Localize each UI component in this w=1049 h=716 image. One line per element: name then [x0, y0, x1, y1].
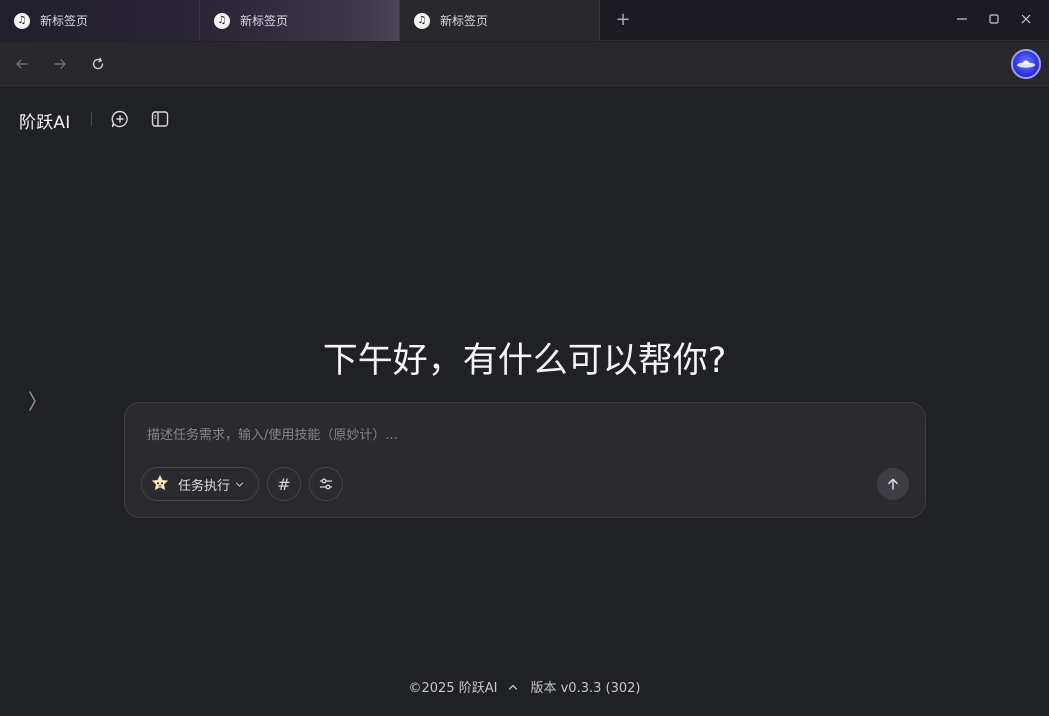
navigation-bar	[0, 42, 1049, 86]
expand-up-icon[interactable]	[508, 682, 518, 692]
forward-button[interactable]	[49, 53, 71, 75]
greeting-heading: 下午好，有什么可以帮你?	[322, 341, 727, 381]
send-button[interactable]	[877, 468, 909, 500]
tab-title: 新标签页	[240, 14, 289, 28]
back-button[interactable]	[11, 53, 33, 75]
new-chat-icon	[111, 110, 128, 128]
toggle-sidebar-button[interactable]	[149, 108, 171, 130]
settings-button[interactable]	[309, 467, 343, 501]
tab-title: 新标签页	[440, 14, 489, 28]
mode-selector[interactable]: 任务执行	[141, 467, 259, 501]
tab-3-active[interactable]: ♫ 新标签页	[400, 0, 600, 41]
tab-2[interactable]: ♫ 新标签页	[200, 0, 400, 41]
close-icon[interactable]	[1013, 8, 1039, 30]
new-chat-button[interactable]	[109, 108, 131, 130]
header-divider	[91, 112, 92, 126]
arrow-left-icon	[16, 59, 28, 69]
hashtag-button[interactable]: #	[267, 467, 301, 501]
sidebar-panel-icon	[151, 111, 169, 127]
tab-1[interactable]: ♫ 新标签页	[0, 0, 200, 41]
reload-button[interactable]	[87, 53, 109, 75]
tab-title: 新标签页	[40, 14, 89, 28]
arrow-right-icon	[54, 59, 66, 69]
app-brand-title: 阶跃AI	[19, 113, 71, 133]
chevron-down-icon	[235, 480, 244, 489]
reload-icon	[92, 57, 104, 70]
profile-logo-icon	[1017, 60, 1035, 68]
version-text: 版本 v0.3.3 (302)	[530, 681, 641, 696]
tab-favicon-icon: ♫	[214, 12, 230, 29]
profile-avatar[interactable]	[1011, 49, 1041, 79]
mode-label: 任务执行	[178, 478, 231, 494]
arrow-up-icon	[888, 478, 898, 490]
mode-avatar-icon	[150, 474, 170, 494]
new-tab-button[interactable]: +	[612, 9, 634, 31]
tab-favicon-icon: ♫	[414, 12, 430, 29]
chat-composer: 任务执行 #	[124, 402, 926, 518]
footer: ©2025 阶跃AI 版本 v0.3.3 (302)	[0, 677, 1049, 696]
hashtag-icon: #	[277, 474, 291, 494]
maximize-icon[interactable]	[981, 8, 1007, 30]
tab-strip: ♫ 新标签页 ♫ 新标签页 ♫ 新标签页 +	[0, 0, 1049, 41]
minimize-icon[interactable]	[949, 8, 975, 30]
expand-sidebar-handle[interactable]	[24, 389, 40, 413]
sliders-icon	[319, 478, 333, 490]
prompt-input[interactable]	[147, 425, 887, 445]
tab-favicon-icon: ♫	[14, 12, 30, 29]
copyright-text: ©2025 阶跃AI	[408, 681, 498, 696]
chevron-right-icon	[29, 391, 36, 411]
